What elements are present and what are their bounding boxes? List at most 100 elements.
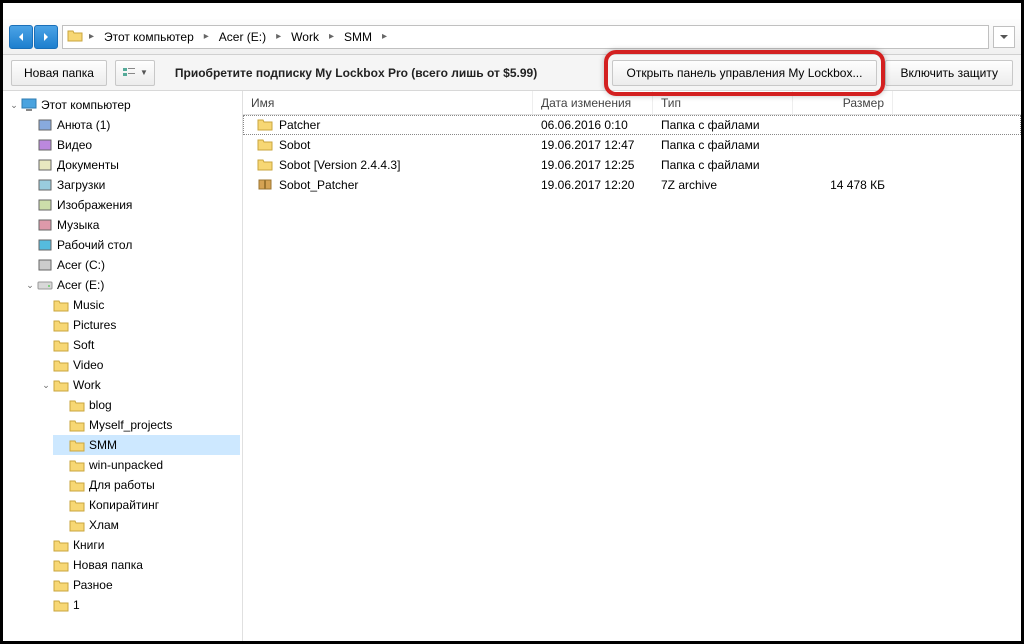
new-folder-button[interactable]: Новая папка [11,60,107,86]
tree-label: Копирайтинг [89,498,159,512]
file-name: Sobot [Version 2.4.4.3] [279,158,400,172]
folder-icon [69,477,85,493]
tree-node[interactable]: Копирайтинг [53,495,240,515]
tree-label: Музыка [57,218,99,232]
collapse-icon[interactable]: ⌄ [23,280,37,291]
tree-node[interactable]: Изображения [21,195,240,215]
tree-node[interactable]: Книги [37,535,240,555]
tree-node[interactable]: win-unpacked [53,455,240,475]
tree-label: Soft [73,338,94,352]
breadcrumb[interactable]: ▸ Этот компьютер▸ Acer (E:)▸ Work▸ SMM▸ [62,25,989,49]
tree-node[interactable]: SMM [53,435,240,455]
tree-label: Для работы [89,478,155,492]
drive-icon [37,277,53,293]
folder-icon [53,297,69,313]
folder-tree[interactable]: ⌄ Этот компьютер Анюта (1) Видео Документы… [3,91,243,641]
library-icon [37,257,53,273]
tree-node-drive[interactable]: ⌄ Acer (E:) [21,275,240,295]
enable-protection-button[interactable]: Включить защиту [885,60,1013,86]
file-type: Папка с файлами [653,138,793,152]
tree-label: Music [73,298,104,312]
tree-node[interactable]: Music [37,295,240,315]
tree-node[interactable]: blog [53,395,240,415]
tree-label: Анюта (1) [57,118,110,132]
column-type[interactable]: Тип [653,91,793,114]
list-item[interactable]: Sobot19.06.2017 12:47Папка с файлами [243,135,1021,155]
tree-label: Video [73,358,103,372]
tree-node[interactable]: Pictures [37,315,240,335]
file-date: 06.06.2016 0:10 [533,118,653,132]
breadcrumb-item[interactable]: SMM [340,28,376,46]
folder-icon [53,557,69,573]
tree-label: blog [89,398,112,412]
breadcrumb-item[interactable]: Work [287,28,323,46]
tree-node[interactable]: Рабочий стол [21,235,240,255]
tree-label: win-unpacked [89,458,163,472]
dropdown-button[interactable] [993,26,1015,48]
tree-node[interactable]: Хлам [53,515,240,535]
tree-node[interactable]: Видео [21,135,240,155]
tree-node[interactable]: Анюта (1) [21,115,240,135]
list-item[interactable]: Sobot_Patcher19.06.2017 12:207Z archive1… [243,175,1021,195]
tree-label: Загрузки [57,178,105,192]
tree-label: 1 [73,598,80,612]
file-date: 19.06.2017 12:25 [533,158,653,172]
folder-icon [69,397,85,413]
nav-back-button[interactable] [9,25,33,49]
tree-node-work[interactable]: ⌄Work [37,375,240,395]
library-icon [37,157,53,173]
folder-icon [69,497,85,513]
file-date: 19.06.2017 12:20 [533,178,653,192]
tree-label: Новая папка [73,558,143,572]
chevron-right-icon[interactable]: ▸ [272,31,285,42]
folder-icon [69,437,85,453]
archive-icon [257,177,273,194]
tree-node[interactable]: Новая папка [37,555,240,575]
collapse-icon[interactable]: ⌄ [39,380,53,391]
column-size[interactable]: Размер [793,91,893,114]
tree-node[interactable]: Acer (C:) [21,255,240,275]
breadcrumb-item[interactable]: Этот компьютер [100,28,198,46]
file-size: 14 478 КБ [793,178,893,192]
collapse-icon[interactable]: ⌄ [7,100,21,111]
list-item[interactable]: Sobot [Version 2.4.4.3]19.06.2017 12:25П… [243,155,1021,175]
file-type: Папка с файлами [653,118,793,132]
tree-label: Acer (E:) [57,278,104,292]
open-lockbox-panel-button[interactable]: Открыть панель управления My Lockbox... [612,60,878,86]
tree-node[interactable]: Для работы [53,475,240,495]
view-options-button[interactable]: ▼ [115,60,155,86]
computer-icon [21,97,37,113]
tree-node-computer[interactable]: ⌄ Этот компьютер [5,95,240,115]
nav-forward-button[interactable] [34,25,58,49]
tree-node[interactable]: Myself_projects [53,415,240,435]
tree-node[interactable]: Video [37,355,240,375]
chevron-right-icon[interactable]: ▸ [378,31,391,42]
breadcrumb-item[interactable]: Acer (E:) [215,28,270,46]
tree-label: Хлам [89,518,119,532]
tree-label: Рабочий стол [57,238,132,252]
toolbar: Новая папка ▼ Приобретите подписку My Lo… [3,55,1021,91]
chevron-right-icon[interactable]: ▸ [325,31,338,42]
tree-label: SMM [89,438,117,452]
chevron-right-icon[interactable]: ▸ [85,31,98,42]
tree-label: Acer (C:) [57,258,105,272]
column-date[interactable]: Дата изменения [533,91,653,114]
column-headers: Имя Дата изменения Тип Размер [243,91,1021,115]
tree-node[interactable]: Загрузки [21,175,240,195]
tree-node[interactable]: Документы [21,155,240,175]
tree-node[interactable]: Soft [37,335,240,355]
folder-icon [53,357,69,373]
library-icon [37,117,53,133]
address-bar: ▸ Этот компьютер▸ Acer (E:)▸ Work▸ SMM▸ [3,19,1021,55]
column-name[interactable]: Имя [243,91,533,114]
tree-node[interactable]: Музыка [21,215,240,235]
file-name: Patcher [279,118,320,132]
tree-node[interactable]: 1 [37,595,240,615]
folder-icon [53,377,69,393]
tree-node[interactable]: Разное [37,575,240,595]
folder-icon [53,597,69,613]
chevron-right-icon[interactable]: ▸ [200,31,213,42]
tree-label: Документы [57,158,119,172]
folder-icon [69,417,85,433]
list-item[interactable]: Patcher 06.06.2016 0:10Папка с файлами [243,115,1021,135]
